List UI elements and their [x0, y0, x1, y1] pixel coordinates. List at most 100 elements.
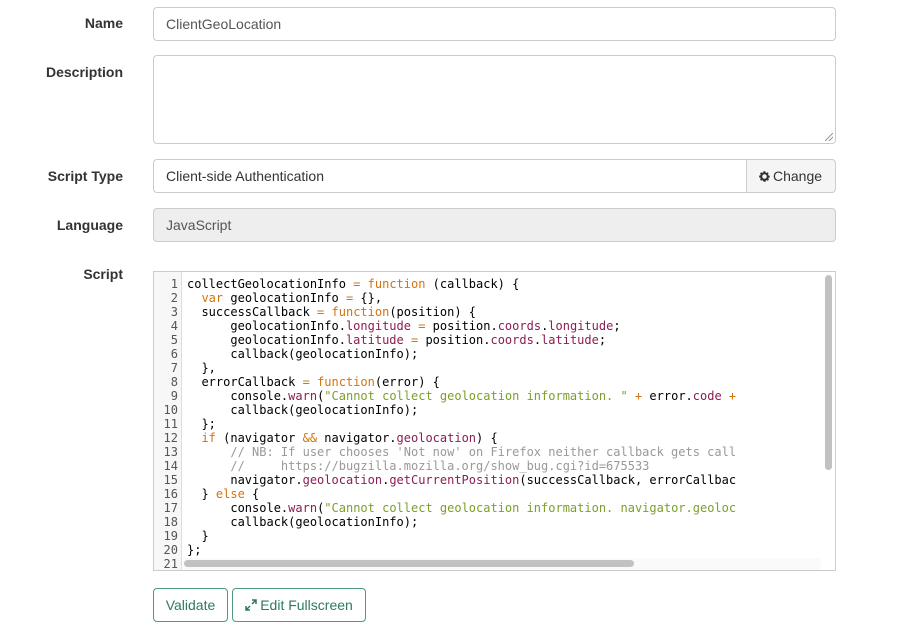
- description-textarea[interactable]: [153, 55, 836, 144]
- code-token: {},: [353, 291, 383, 305]
- code-token: geolocation: [302, 473, 383, 487]
- code-token: ) {: [476, 431, 498, 445]
- code-token: warn: [288, 501, 318, 515]
- code-token: collectGeolocationInfo: [187, 277, 354, 291]
- code-text: console.warn("Cannot collect geolocation…: [187, 389, 736, 403]
- code-line: 14 // https://bugzilla.mozilla.org/show_…: [154, 459, 835, 473]
- line-number: 17: [163, 501, 178, 515]
- validate-button[interactable]: Validate: [153, 588, 228, 622]
- code-line: 20};: [154, 543, 835, 557]
- code-text: console.warn("Cannot collect geolocation…: [187, 501, 736, 515]
- line-number: 15: [163, 473, 178, 487]
- code-token: (position) {: [389, 305, 477, 319]
- code-token: =: [302, 375, 310, 389]
- code-line: 8 errorCallback = function(error) {: [154, 375, 835, 389]
- code-text: callback(geolocationInfo);: [187, 515, 418, 529]
- code-token: {: [244, 487, 260, 501]
- code-token: (navigator: [215, 431, 303, 445]
- code-text: },: [187, 361, 216, 375]
- code-text: if (navigator && navigator.geolocation) …: [187, 431, 498, 445]
- code-text: var geolocationInfo = {},: [187, 291, 382, 305]
- change-button-label: Change: [773, 168, 823, 184]
- code-line: 1 collectGeolocationInfo = function (call…: [154, 277, 835, 291]
- code-line: 18 callback(geolocationInfo);: [154, 515, 835, 529]
- code-token: },: [187, 361, 216, 375]
- line-number: 3: [170, 305, 178, 319]
- code-token: }: [187, 487, 216, 501]
- line-number: 13: [163, 445, 178, 459]
- line-number: 20: [163, 543, 178, 557]
- code-token: };: [187, 417, 216, 431]
- code-token: function: [317, 375, 375, 389]
- code-text: }: [187, 529, 209, 543]
- code-text: // https://bugzilla.mozilla.org/show_bug…: [187, 459, 649, 473]
- code-token: +: [728, 389, 737, 403]
- code-token: "Cannot collect geolocation information.…: [324, 389, 628, 403]
- language-field: JavaScript: [153, 208, 836, 242]
- code-token: // NB: If user chooses 'Not now' on Fire…: [230, 445, 737, 459]
- code-token: "Cannot collect geolocation information.…: [324, 501, 737, 515]
- code-line: 7 },: [154, 361, 835, 375]
- description-label: Description: [45, 64, 123, 80]
- code-text: // NB: If user chooses 'Not now' on Fire…: [187, 445, 736, 459]
- code-token: callback(geolocationInfo);: [187, 515, 419, 529]
- code-token: coords: [490, 333, 534, 347]
- line-number: 9: [170, 389, 178, 403]
- code-text: errorCallback = function(error) {: [187, 375, 439, 389]
- code-token: position.: [425, 319, 498, 333]
- line-number: 19: [163, 529, 178, 543]
- code-token: console.: [187, 389, 289, 403]
- code-text: collectGeolocationInfo = function (callb…: [187, 277, 519, 291]
- horizontal-scrollbar[interactable]: [184, 560, 634, 567]
- resize-handle-icon[interactable]: [825, 133, 833, 141]
- edit-fullscreen-label: Edit Fullscreen: [260, 597, 353, 613]
- code-line: 3 successCallback = function(position) {: [154, 305, 835, 319]
- code-token: geolocationInfo.: [187, 333, 346, 347]
- code-token: // https://bugzilla.mozilla.org/show_bug…: [230, 459, 650, 473]
- line-number: 4: [170, 319, 178, 333]
- name-input[interactable]: ClientGeoLocation: [153, 7, 836, 41]
- code-token: position.: [418, 333, 491, 347]
- code-token: code: [692, 389, 722, 403]
- code-line: 11 };: [154, 417, 835, 431]
- code-line: 19 }: [154, 529, 835, 543]
- code-token: var: [201, 291, 224, 305]
- script-type-group: Client-side Authentication Change: [153, 159, 836, 193]
- code-token: callback(geolocationInfo);: [187, 403, 419, 417]
- code-token: (successCallback, errorCallbac: [519, 473, 737, 487]
- name-label: Name: [84, 15, 123, 31]
- code-token: else: [215, 487, 245, 501]
- script-type-field: Client-side Authentication: [153, 159, 747, 193]
- edit-fullscreen-button[interactable]: Edit Fullscreen: [232, 588, 366, 622]
- code-token: getCurrentPosition: [389, 473, 520, 487]
- code-token: longitude: [345, 319, 411, 333]
- code-text: navigator.geolocation.getCurrentPosition…: [187, 473, 736, 487]
- code-text: } else {: [187, 487, 259, 501]
- gear-icon: [759, 171, 770, 182]
- code-token: latitude: [345, 333, 404, 347]
- code-token: navigator.: [317, 431, 397, 445]
- code-lines[interactable]: 1 collectGeolocationInfo = function (call…: [154, 277, 835, 571]
- code-token: }: [187, 529, 209, 543]
- code-line: 2 var geolocationInfo = {},: [154, 291, 835, 305]
- language-label: Language: [56, 217, 123, 233]
- change-button[interactable]: Change: [746, 159, 836, 193]
- code-editor[interactable]: 1 collectGeolocationInfo = function (call…: [153, 271, 836, 571]
- code-token: errorCallback: [187, 375, 303, 389]
- code-line: 6 callback(geolocationInfo);: [154, 347, 835, 361]
- code-token: ;: [598, 333, 607, 347]
- code-token: warn: [288, 389, 318, 403]
- code-token: geolocationInfo.: [187, 319, 346, 333]
- line-number: 21: [163, 557, 178, 571]
- code-token: };: [187, 543, 202, 557]
- vertical-scrollbar[interactable]: [825, 275, 832, 470]
- code-token: callback(geolocationInfo);: [187, 347, 419, 361]
- code-text: };: [187, 417, 216, 431]
- line-number: 12: [163, 431, 178, 445]
